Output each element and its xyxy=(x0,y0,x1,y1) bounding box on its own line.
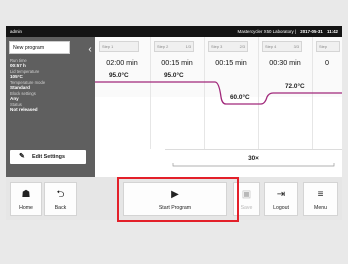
date: 2017-05-31 xyxy=(300,29,323,34)
back-label: Back xyxy=(54,205,67,211)
temperature-label: 72.0°C xyxy=(285,83,305,90)
back-arrow-icon: ⮌ xyxy=(56,189,65,200)
home-icon: ☗ xyxy=(21,189,31,200)
back-button[interactable]: ⮌ Back xyxy=(44,182,77,216)
temperature-label: 60.0°C xyxy=(230,94,250,101)
highlight-box xyxy=(117,177,239,222)
edit-settings-label: Edit Settings xyxy=(32,154,65,160)
clock: 11:42 xyxy=(327,29,338,34)
program-editor: Step 1 02:00 min Step 2 1/3 00:15 min Ste… xyxy=(95,37,342,177)
program-info: Run time 00:57 h Lid temperature 105°C Tem… xyxy=(10,58,90,113)
cycle-bracket xyxy=(172,163,335,167)
cycle-section: 30× xyxy=(165,149,342,168)
user-name: admin xyxy=(10,29,22,34)
temperature-label: 95.0°C xyxy=(164,72,184,79)
temperature-label: 95.0°C xyxy=(109,72,129,79)
program-name-field[interactable]: New program xyxy=(9,41,70,54)
device-info: Mastercycler X50 Laboratory | 2017-05-31… xyxy=(237,29,338,34)
info-value: Standard xyxy=(10,85,30,91)
cycle-count: 30× xyxy=(248,155,259,162)
logout-label: Logout xyxy=(273,205,289,211)
temperature-profile-curve xyxy=(95,81,342,105)
logout-button[interactable]: ⇥ Logout xyxy=(264,182,298,216)
menu-label: Menu xyxy=(314,205,327,211)
menu-button[interactable]: ≡ Menu xyxy=(303,182,338,216)
info-value: Any xyxy=(10,96,19,102)
info-value: 105°C xyxy=(10,74,23,80)
menu-icon: ≡ xyxy=(317,189,324,200)
edit-settings-button[interactable]: ✎ Edit Settings xyxy=(10,150,86,164)
status-bar: admin Mastercycler X50 Laboratory | 2017… xyxy=(6,26,342,37)
logout-icon: ⇥ xyxy=(276,189,286,200)
program-sidebar: New program ‹ Run time 00:57 h Lid temper… xyxy=(6,37,95,177)
home-label: Home xyxy=(19,205,33,211)
home-button[interactable]: ☗ Home xyxy=(10,182,42,216)
device-name: Mastercycler X50 Laboratory xyxy=(237,29,294,34)
info-value: Not released xyxy=(10,107,38,113)
info-value: 00:57 h xyxy=(10,63,26,68)
pencil-icon: ✎ xyxy=(19,153,25,160)
chevron-left-icon[interactable]: ‹ xyxy=(85,44,95,56)
